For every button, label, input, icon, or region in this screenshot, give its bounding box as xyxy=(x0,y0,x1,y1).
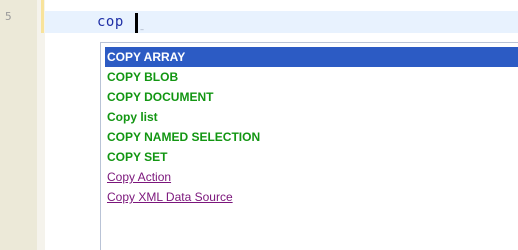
autocomplete-item-copy-xml-data-source[interactable]: Copy XML Data Source xyxy=(105,187,518,207)
autocomplete-item-copy-list[interactable]: Copy list xyxy=(105,107,518,127)
autocomplete-item-copy-named-selection[interactable]: COPY NAMED SELECTION xyxy=(105,127,518,147)
line-number-gutter: 5 xyxy=(0,0,37,250)
typed-code[interactable]: cop xyxy=(97,14,124,30)
autocomplete-popup[interactable]: COPY ARRAY COPY BLOB COPY DOCUMENT Copy … xyxy=(100,42,518,250)
autocomplete-item-copy-action[interactable]: Copy Action xyxy=(105,167,518,187)
change-marker-column xyxy=(37,0,45,250)
autocomplete-list[interactable]: COPY ARRAY COPY BLOB COPY DOCUMENT Copy … xyxy=(105,47,518,207)
autocomplete-item-copy-blob[interactable]: COPY BLOB xyxy=(105,67,518,87)
autocomplete-item-copy-document[interactable]: COPY DOCUMENT xyxy=(105,87,518,107)
line-number: 5 xyxy=(5,10,12,23)
autocomplete-hint-icon: – xyxy=(140,25,144,34)
autocomplete-item-copy-array[interactable]: COPY ARRAY xyxy=(105,47,518,67)
text-caret xyxy=(135,13,138,33)
modified-line-marker xyxy=(41,0,44,33)
autocomplete-item-copy-set[interactable]: COPY SET xyxy=(105,147,518,167)
